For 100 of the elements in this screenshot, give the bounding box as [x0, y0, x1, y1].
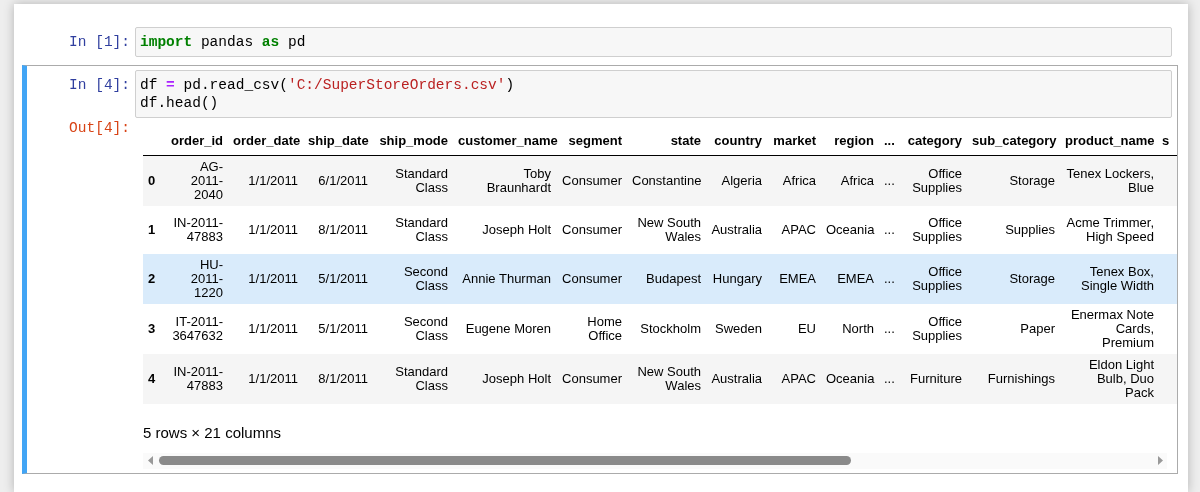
- table-cell: EU: [767, 304, 821, 354]
- row-index: 3: [143, 304, 165, 354]
- table-cell: ...: [879, 254, 898, 304]
- table-cell: IT-2011-3647632: [165, 304, 228, 354]
- table-cell: Africa: [767, 155, 821, 206]
- table-cell: Eugene Moren: [453, 304, 556, 354]
- table-cell: ...: [879, 206, 898, 254]
- table-cell: Australia: [706, 354, 767, 404]
- column-header: product_name: [1060, 130, 1159, 156]
- scrollbar-thumb[interactable]: [159, 456, 851, 465]
- column-header: region: [821, 130, 879, 156]
- table-cell: Tenex Box, Single Width: [1060, 254, 1159, 304]
- table-summary: 5 rows × 21 columns: [143, 423, 282, 443]
- row-index: 1: [143, 206, 165, 254]
- table-cell: Supplies: [967, 206, 1060, 254]
- table-cell: Toby Braunhardt: [453, 155, 556, 206]
- code-editor[interactable]: df = pd.read_csv('C:/SuperStoreOrders.csv') df.head(): [135, 70, 1172, 118]
- column-header: category: [898, 130, 967, 156]
- code-editor[interactable]: import pandas as pd: [135, 27, 1172, 57]
- table-cell: New South Wales: [627, 354, 706, 404]
- scroll-right-icon[interactable]: [1157, 456, 1163, 465]
- table-cell: 1/1/2011: [228, 254, 303, 304]
- table-cell: Furnishings: [967, 354, 1060, 404]
- table-cell: Tenex Lockers, Blue: [1060, 155, 1159, 206]
- table-cell: EMEA: [821, 254, 879, 304]
- code-line: df.head(): [140, 94, 220, 112]
- table-cell: Consumer: [556, 354, 627, 404]
- table-cell: Office Supplies: [898, 304, 967, 354]
- column-header: state: [627, 130, 706, 156]
- table-cell: 8/1/2011: [303, 354, 373, 404]
- table-cell: Storage: [967, 254, 1060, 304]
- table-cell: Hungary: [706, 254, 767, 304]
- table-cell: Algeria: [706, 155, 767, 206]
- table-cell: Furniture: [898, 354, 967, 404]
- table-cell: ...: [879, 304, 898, 354]
- column-header: market: [767, 130, 821, 156]
- column-header: order_date: [228, 130, 303, 156]
- notebook-cell[interactable]: [22, 65, 1178, 474]
- output-prompt: Out[4]:: [68, 119, 131, 138]
- table-cell: Enermax Note Cards, Premium: [1060, 304, 1159, 354]
- column-header: sub_category: [967, 130, 1060, 156]
- input-prompt: In [1]:: [68, 33, 131, 52]
- table-cell: Office Supplies: [898, 155, 967, 206]
- table-cell: Acme Trimmer, High Speed: [1060, 206, 1159, 254]
- column-header: country: [706, 130, 767, 156]
- table-cell: Second Class: [373, 304, 453, 354]
- table-cell: Stockholm: [627, 304, 706, 354]
- table-cell: Second Class: [373, 254, 453, 304]
- notebook-cell[interactable]: In [1]: import pandas as pd: [22, 22, 1178, 62]
- table-cell: Office Supplies: [898, 206, 967, 254]
- table-cell: New South Wales: [627, 206, 706, 254]
- code-line: import pandas as pd: [140, 33, 307, 51]
- table-cell: 1/1/2011: [228, 304, 303, 354]
- table-cell: Consumer: [556, 254, 627, 304]
- table-cell: Joseph Holt: [453, 206, 556, 254]
- table-cell: Joseph Holt: [453, 354, 556, 404]
- table-cell: 5/1/2011: [303, 304, 373, 354]
- column-header: customer_name: [453, 130, 556, 156]
- column-header: order_id: [165, 130, 228, 156]
- table-cell: North: [821, 304, 879, 354]
- table-cell: Sweden: [706, 304, 767, 354]
- table-cell: Oceania: [821, 354, 879, 404]
- row-index: 4: [143, 354, 165, 404]
- row-index: 2: [143, 254, 165, 304]
- table-cell: 1/1/2011: [228, 206, 303, 254]
- horizontal-scrollbar[interactable]: [143, 452, 1167, 469]
- table-cell: 1/1/2011: [228, 155, 303, 206]
- code-line: df = pd.read_csv('C:/SuperStoreOrders.csv'): [140, 76, 516, 94]
- table-cell: ...: [879, 155, 898, 206]
- input-prompt: In [4]:: [68, 76, 131, 95]
- table-cell: Consumer: [556, 206, 627, 254]
- column-header: ship_date: [303, 130, 373, 156]
- row-index: 0: [143, 155, 165, 206]
- table-cell: Budapest: [627, 254, 706, 304]
- table-cell: Home Office: [556, 304, 627, 354]
- table-cell: EMEA: [767, 254, 821, 304]
- table-cell: APAC: [767, 354, 821, 404]
- table-cell: 1/1/2011: [228, 354, 303, 404]
- table-cell: Standard Class: [373, 354, 453, 404]
- table-cell: Australia: [706, 206, 767, 254]
- table-cell: Oceania: [821, 206, 879, 254]
- table-cell: IN-2011-47883: [165, 354, 228, 404]
- table-cell: HU-2011-1220: [165, 254, 228, 304]
- scroll-left-icon[interactable]: [147, 456, 153, 465]
- table-cell: Storage: [967, 155, 1060, 206]
- table-cell: ...: [879, 354, 898, 404]
- table-cell: Constantine: [627, 155, 706, 206]
- table-cell: Africa: [821, 155, 879, 206]
- table-cell: 8/1/2011: [303, 206, 373, 254]
- column-header: ...: [879, 130, 898, 156]
- table-cell: Standard Class: [373, 206, 453, 254]
- table-cell: AG-2011-2040: [165, 155, 228, 206]
- table-cell: Standard Class: [373, 155, 453, 206]
- table-cell: Office Supplies: [898, 254, 967, 304]
- table-cell: IN-2011-47883: [165, 206, 228, 254]
- table-cell: Paper: [967, 304, 1060, 354]
- table-cell: 6/1/2011: [303, 155, 373, 206]
- column-header: ship_mode: [373, 130, 453, 156]
- table-cell: 5/1/2011: [303, 254, 373, 304]
- table-cell: Annie Thurman: [453, 254, 556, 304]
